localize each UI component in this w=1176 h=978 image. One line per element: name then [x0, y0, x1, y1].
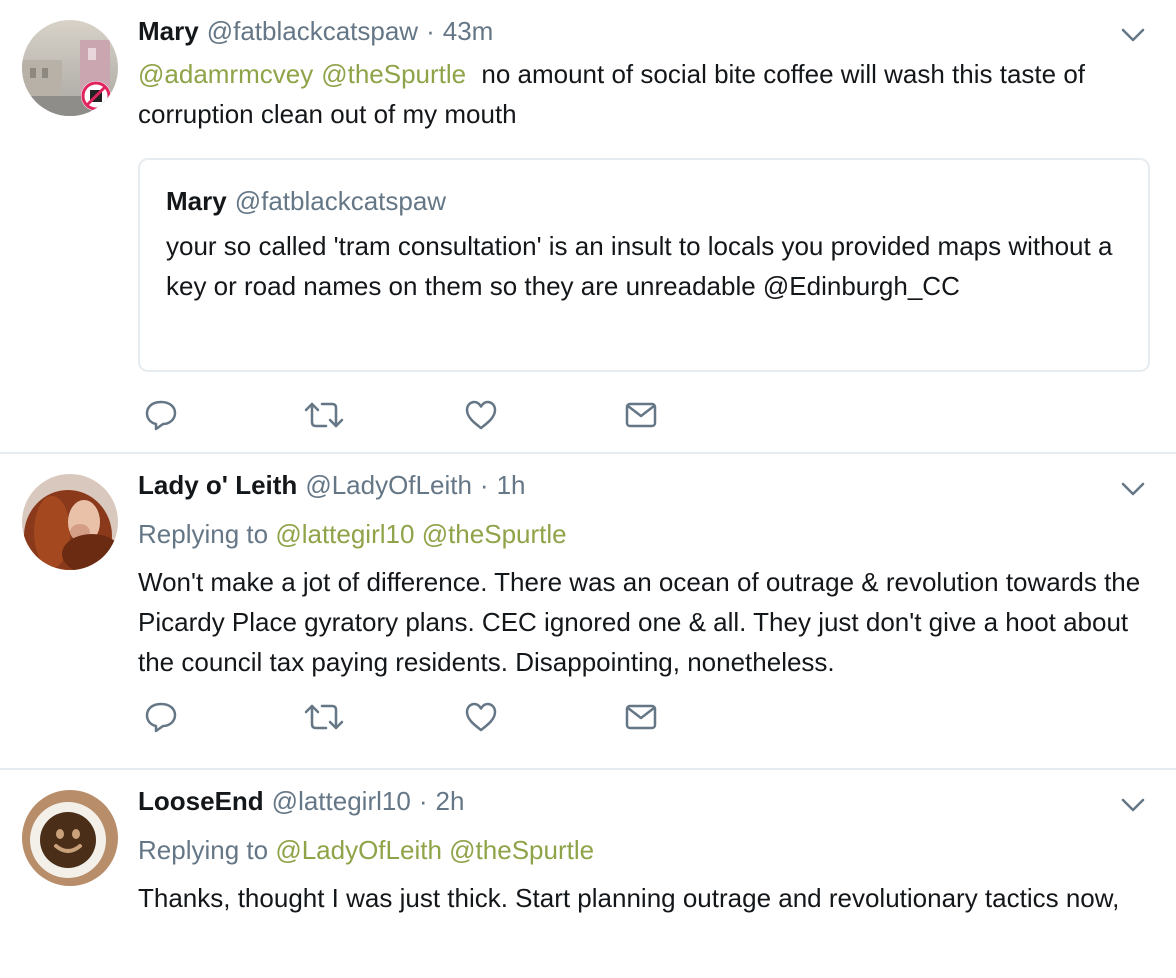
quoted-tweet-text: your so called 'tram consultation' is an… — [166, 231, 1113, 301]
tweet[interactable]: Lady o' Leith @LadyOfLeith · 1h Replying… — [0, 454, 1176, 770]
tweet-content: Mary @fatblackcatspaw · 43m @adamrmcvey @… — [138, 16, 1150, 134]
display-name[interactable]: Lady o' Leith — [138, 470, 297, 501]
mention-link[interactable]: @theSpurtle — [422, 519, 567, 549]
chevron-down-icon[interactable] — [1120, 796, 1146, 814]
chevron-down-icon[interactable] — [1120, 26, 1146, 44]
like-button[interactable] — [464, 700, 624, 736]
quoted-tweet-header: Mary @fatblackcatspaw — [166, 186, 1124, 222]
replying-to: Replying to @LadyOfLeith @theSpurtle — [138, 834, 1150, 866]
display-name[interactable]: LooseEnd — [138, 786, 264, 817]
tweet-content: LooseEnd @lattegirl10 · 2h Replying to @… — [138, 786, 1150, 918]
reply-button[interactable] — [144, 398, 304, 434]
tweet-actions — [144, 700, 784, 736]
mention-link[interactable]: @LadyOfLeith — [275, 835, 442, 865]
retweet-button[interactable] — [304, 398, 464, 434]
timestamp[interactable]: 43m — [443, 16, 494, 47]
replying-to-label: Replying to — [138, 519, 269, 549]
replying-to-label: Replying to — [138, 835, 269, 865]
tweet-header: Mary @fatblackcatspaw · 43m — [138, 16, 1150, 52]
tweet[interactable]: LooseEnd @lattegirl10 · 2h Replying to @… — [0, 770, 1176, 978]
like-button[interactable] — [464, 398, 624, 434]
message-button[interactable] — [624, 700, 784, 736]
mention-link[interactable]: @lattegirl10 — [275, 519, 414, 549]
separator: · — [426, 16, 435, 46]
heart-icon — [465, 702, 497, 732]
avatar[interactable] — [22, 790, 118, 886]
mention-link[interactable]: @theSpurtle — [321, 59, 466, 89]
username[interactable]: @lattegirl10 — [272, 786, 411, 817]
chevron-down-icon[interactable] — [1120, 480, 1146, 498]
quoted-tweet[interactable]: Mary @fatblackcatspaw your so called 'tr… — [138, 158, 1150, 372]
avatar[interactable] — [22, 20, 118, 116]
avatar[interactable] — [22, 474, 118, 570]
envelope-icon — [625, 704, 657, 730]
reply-icon — [145, 702, 177, 733]
quoted-username: @fatblackcatspaw — [234, 186, 447, 216]
retweet-icon — [304, 402, 344, 428]
username[interactable]: @LadyOfLeith — [305, 470, 472, 501]
tweet-body: Won't make a jot of difference. There wa… — [138, 567, 1141, 677]
tweet-header: LooseEnd @lattegirl10 · 2h — [138, 786, 1150, 822]
mention-link[interactable]: @theSpurtle — [449, 835, 594, 865]
heart-icon — [465, 400, 497, 430]
mention-link[interactable]: @adamrmcvey — [138, 59, 313, 89]
tweet-header: Lady o' Leith @LadyOfLeith · 1h — [138, 470, 1150, 506]
retweet-button[interactable] — [304, 700, 464, 736]
retweet-icon — [304, 704, 344, 730]
tweet-text: @adamrmcvey @theSpurtle no amount of soci… — [138, 54, 1150, 134]
quoted-display-name: Mary — [166, 186, 227, 216]
message-button[interactable] — [624, 398, 784, 434]
display-name[interactable]: Mary — [138, 16, 199, 47]
reply-button[interactable] — [144, 700, 304, 736]
tweet[interactable]: Mary @fatblackcatspaw · 43m @adamrmcvey @… — [0, 0, 1176, 454]
separator: · — [418, 786, 428, 816]
timestamp[interactable]: 1h — [497, 470, 526, 501]
envelope-icon — [625, 402, 657, 428]
tweet-body: Thanks, thought I was just thick. Start … — [138, 883, 1120, 913]
tweet-actions — [144, 398, 784, 434]
username[interactable]: @fatblackcatspaw — [207, 16, 418, 47]
separator: · — [479, 470, 489, 500]
timestamp[interactable]: 2h — [435, 786, 464, 817]
reply-icon — [145, 400, 177, 431]
replying-to: Replying to @lattegirl10 @theSpurtle — [138, 518, 1150, 550]
tweet-content: Lady o' Leith @LadyOfLeith · 1h Replying… — [138, 470, 1150, 682]
